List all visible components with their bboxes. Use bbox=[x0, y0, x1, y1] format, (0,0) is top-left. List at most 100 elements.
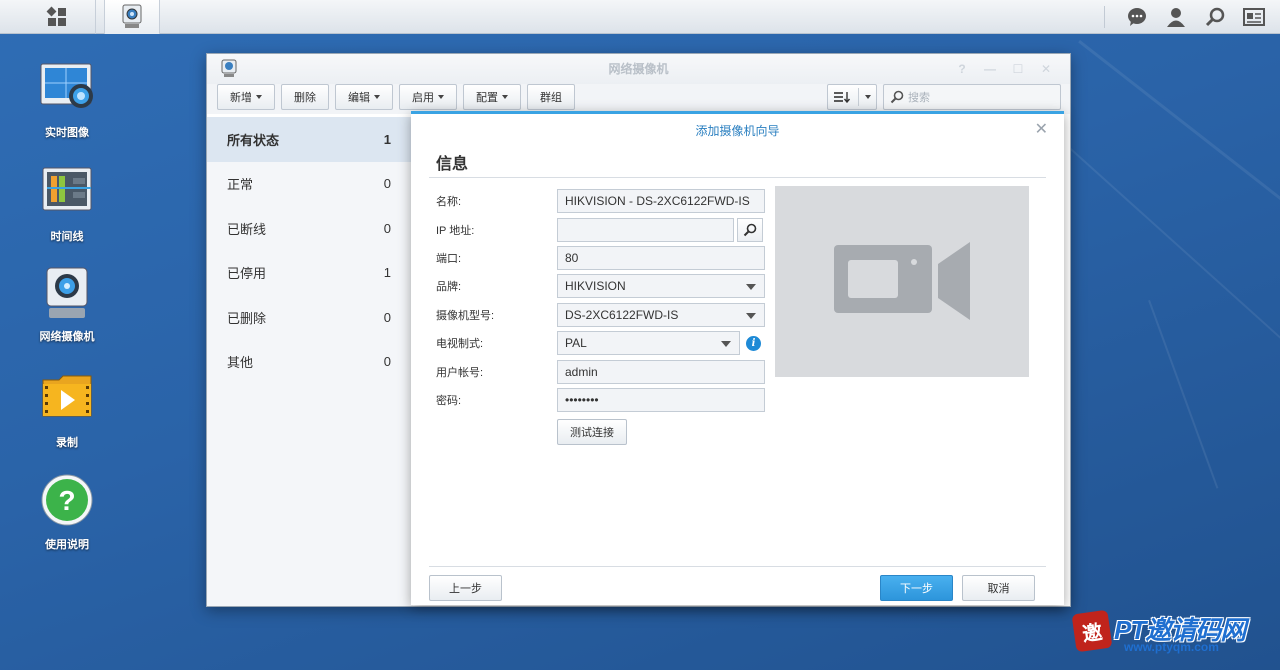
toolbar: 新增 删除 编辑 启用 配置 群组 搜索 bbox=[207, 84, 1070, 114]
help-window-button[interactable]: ? bbox=[952, 54, 972, 84]
svg-text:?: ? bbox=[58, 485, 75, 516]
search-icon bbox=[743, 223, 757, 237]
tv-standard-value: PAL bbox=[565, 336, 587, 350]
main-menu-button[interactable] bbox=[18, 0, 96, 34]
previous-button[interactable]: 上一步 bbox=[429, 575, 502, 601]
delete-label: 删除 bbox=[294, 92, 316, 104]
window-title: 网络摄像机 bbox=[608, 62, 669, 76]
wizard-heading: 信息 bbox=[436, 156, 469, 173]
brand-select[interactable]: HIKVISION bbox=[557, 274, 765, 298]
add-label: 新增 bbox=[230, 92, 252, 104]
model-select[interactable]: DS-2XC6122FWD-IS bbox=[557, 303, 765, 327]
edit-button[interactable]: 编辑 bbox=[335, 84, 393, 110]
sidebar-item-label: 正常 bbox=[227, 177, 254, 193]
desktop-icon-label: 使用说明 bbox=[45, 539, 89, 551]
group-button[interactable]: 群组 bbox=[527, 84, 575, 110]
sidebar-item-count: 0 bbox=[383, 309, 391, 325]
sidebar-item-label: 已删除 bbox=[227, 310, 267, 326]
tv-standard-select[interactable]: PAL bbox=[557, 331, 740, 355]
search-icon bbox=[1205, 7, 1225, 27]
maximize-button[interactable]: ☐ bbox=[1008, 54, 1028, 84]
watermark-url: www.ptyqm.com bbox=[1124, 640, 1219, 654]
chevron-down-icon bbox=[746, 313, 756, 319]
next-label: 下一步 bbox=[900, 583, 933, 595]
taskbar-surveillance-app[interactable] bbox=[104, 0, 160, 34]
tv-standard-label: 电视制式: bbox=[436, 338, 484, 350]
search-input[interactable]: 搜索 bbox=[883, 84, 1061, 110]
enable-button[interactable]: 启用 bbox=[399, 84, 457, 110]
sort-button[interactable] bbox=[827, 84, 877, 110]
test-connection-label: 测试连接 bbox=[570, 427, 614, 439]
sort-divider bbox=[857, 88, 859, 106]
info-icon[interactable]: i bbox=[746, 336, 761, 351]
chevron-down-icon bbox=[721, 341, 731, 347]
password-field[interactable]: •••••••• bbox=[557, 388, 765, 412]
desktop-icon-live-view[interactable]: 实时图像 bbox=[17, 62, 117, 140]
ip-address-field[interactable] bbox=[557, 218, 734, 242]
close-window-button[interactable]: ✕ bbox=[1036, 54, 1056, 84]
cancel-button[interactable]: 取消 bbox=[962, 575, 1035, 601]
watermark: 邀 PT邀请码网 www.ptyqm.com bbox=[1071, 609, 1274, 660]
username-value: admin bbox=[565, 365, 598, 379]
username-field[interactable]: admin bbox=[557, 360, 765, 384]
footer-divider bbox=[429, 566, 1046, 567]
next-button[interactable]: 下一步 bbox=[880, 575, 953, 601]
sidebar-item-label: 所有状态 bbox=[227, 132, 280, 148]
sidebar-item-all[interactable]: 所有状态 1 bbox=[207, 117, 413, 162]
live-view-icon bbox=[39, 62, 95, 118]
name-field[interactable]: HIKVISION - DS-2XC6122FWD-IS bbox=[557, 189, 765, 213]
group-label: 群组 bbox=[540, 92, 562, 104]
desktop-icon-label: 录制 bbox=[56, 437, 78, 449]
chevron-down-icon bbox=[374, 95, 380, 99]
port-label: 端口: bbox=[436, 253, 462, 265]
widgets-icon bbox=[1243, 8, 1265, 26]
sidebar-item-count: 0 bbox=[383, 354, 391, 370]
sidebar-item-count: 1 bbox=[383, 131, 391, 147]
recording-icon bbox=[39, 372, 95, 428]
delete-button[interactable]: 删除 bbox=[281, 84, 329, 110]
sidebar-item-normal[interactable]: 正常 0 bbox=[207, 162, 413, 207]
sidebar-item-disconnected[interactable]: 已断线 0 bbox=[207, 206, 413, 251]
timeline-icon bbox=[39, 166, 95, 222]
password-value: •••••••• bbox=[565, 393, 599, 407]
video-camera-icon bbox=[834, 241, 970, 320]
desktop-icon-help[interactable]: ? 使用说明 bbox=[17, 474, 117, 552]
test-connection-button[interactable]: 测试连接 bbox=[557, 419, 627, 445]
widgets-button[interactable] bbox=[1234, 0, 1274, 34]
enable-label: 启用 bbox=[412, 92, 434, 104]
taskbar bbox=[0, 0, 1280, 34]
notification-button[interactable] bbox=[1117, 0, 1157, 34]
sidebar-item-count: 0 bbox=[383, 220, 391, 236]
desktop-icon-timeline[interactable]: 时间线 bbox=[17, 166, 117, 244]
ip-camera-icon bbox=[39, 266, 95, 322]
search-button[interactable] bbox=[1195, 0, 1235, 34]
heading-divider bbox=[429, 177, 1046, 178]
config-button[interactable]: 配置 bbox=[463, 84, 521, 110]
camera-preview bbox=[775, 186, 1029, 377]
password-label: 密码: bbox=[436, 395, 462, 407]
desktop-icon-label: 实时图像 bbox=[45, 127, 89, 139]
ip-search-button[interactable] bbox=[737, 218, 763, 242]
sidebar-item-label: 已停用 bbox=[227, 266, 267, 282]
sidebar-item-deleted[interactable]: 已删除 0 bbox=[207, 295, 413, 340]
name-value: HIKVISION - DS-2XC6122FWD-IS bbox=[565, 194, 750, 208]
close-icon[interactable]: ✕ bbox=[1035, 119, 1048, 139]
edit-label: 编辑 bbox=[348, 92, 370, 104]
desktop-icon-ip-camera[interactable]: 网络摄像机 bbox=[17, 266, 117, 344]
config-label: 配置 bbox=[476, 92, 498, 104]
port-field[interactable]: 80 bbox=[557, 246, 765, 270]
previous-label: 上一步 bbox=[449, 583, 482, 595]
desktop-icon-recording[interactable]: 录制 bbox=[17, 372, 117, 450]
cancel-label: 取消 bbox=[987, 583, 1010, 595]
chevron-down-icon bbox=[438, 95, 444, 99]
watermark-seal: 邀 bbox=[1071, 609, 1113, 653]
minimize-button[interactable]: — bbox=[980, 54, 1000, 84]
sidebar-item-disabled[interactable]: 已停用 1 bbox=[207, 251, 413, 296]
brand-value: HIKVISION bbox=[565, 279, 626, 293]
chevron-down-icon bbox=[256, 95, 262, 99]
sidebar-item-other[interactable]: 其他 0 bbox=[207, 340, 413, 385]
add-button[interactable]: 新增 bbox=[217, 84, 275, 110]
window-titlebar: 网络摄像机 ? — ☐ ✕ bbox=[207, 54, 1070, 84]
user-button[interactable] bbox=[1156, 0, 1196, 34]
user-icon bbox=[1167, 8, 1185, 27]
